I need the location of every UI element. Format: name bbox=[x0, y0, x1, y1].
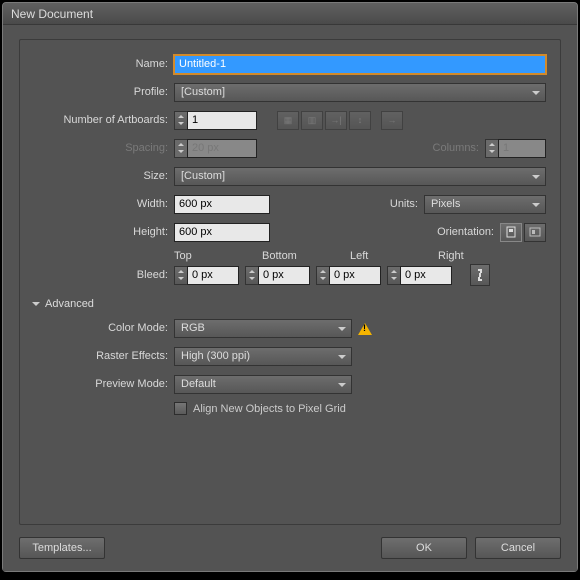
spacing-input bbox=[187, 139, 257, 158]
titlebar[interactable]: New Document bbox=[3, 3, 577, 25]
orientation-label: Orientation: bbox=[360, 226, 500, 238]
bleed-right-input[interactable] bbox=[400, 266, 452, 285]
width-label: Width: bbox=[34, 198, 174, 210]
advanced-label: Advanced bbox=[45, 298, 94, 310]
bleed-right-label: Right bbox=[438, 250, 516, 262]
size-value: [Custom] bbox=[181, 170, 225, 182]
grid-by-row-icon[interactable]: ▦ bbox=[277, 111, 299, 130]
units-label: Units: bbox=[284, 198, 424, 210]
bleed-left-label: Left bbox=[350, 250, 428, 262]
colormode-value: RGB bbox=[181, 322, 205, 334]
bleed-left-input[interactable] bbox=[329, 266, 381, 285]
checkbox-box-icon bbox=[174, 402, 187, 415]
artboards-stepper[interactable] bbox=[174, 111, 257, 130]
artboards-label: Number of Artboards: bbox=[34, 114, 174, 126]
bleed-right-stepper[interactable] bbox=[387, 266, 452, 285]
name-label: Name: bbox=[34, 58, 174, 70]
bleed-label: Bleed: bbox=[34, 269, 174, 281]
colormode-combo[interactable]: RGB bbox=[174, 319, 352, 338]
orientation-landscape-icon[interactable] bbox=[524, 223, 546, 242]
row-ltr-icon[interactable]: →| bbox=[325, 111, 347, 130]
bleed-bottom-stepper[interactable] bbox=[245, 266, 310, 285]
disclosure-triangle-icon bbox=[32, 302, 40, 310]
columns-label: Columns: bbox=[365, 142, 485, 154]
artboard-layout-group: ▦ ▥ →| ↕ → bbox=[277, 111, 403, 130]
size-combo[interactable]: [Custom] bbox=[174, 167, 546, 186]
height-input[interactable] bbox=[174, 223, 270, 242]
raster-value: High (300 ppi) bbox=[181, 350, 250, 362]
spacing-label: Spacing: bbox=[34, 142, 174, 154]
spacing-stepper bbox=[174, 139, 257, 158]
preview-label: Preview Mode: bbox=[34, 378, 174, 390]
preview-combo[interactable]: Default bbox=[174, 375, 352, 394]
size-label: Size: bbox=[34, 170, 174, 182]
raster-combo[interactable]: High (300 ppi) bbox=[174, 347, 352, 366]
dialog-title: New Document bbox=[11, 7, 93, 21]
height-label: Height: bbox=[34, 226, 174, 238]
colormode-label: Color Mode: bbox=[34, 322, 174, 334]
bleed-headers: Top Bottom Left Right bbox=[174, 250, 546, 262]
templates-button[interactable]: Templates... bbox=[19, 537, 105, 559]
raster-label: Raster Effects: bbox=[34, 350, 174, 362]
warning-icon bbox=[358, 321, 372, 335]
grid-by-col-icon[interactable]: ▥ bbox=[301, 111, 323, 130]
bleed-bottom-input[interactable] bbox=[258, 266, 310, 285]
content: Name: Profile: [Custom] Number of Artboa… bbox=[3, 25, 577, 571]
bleed-top-input[interactable] bbox=[187, 266, 239, 285]
bleed-top-stepper[interactable] bbox=[174, 266, 239, 285]
width-input[interactable] bbox=[174, 195, 270, 214]
orientation-portrait-icon[interactable] bbox=[500, 223, 522, 242]
bleed-bottom-label: Bottom bbox=[262, 250, 340, 262]
align-pixel-checkbox[interactable]: Align New Objects to Pixel Grid bbox=[174, 402, 546, 415]
profile-label: Profile: bbox=[34, 86, 174, 98]
artboards-input[interactable] bbox=[187, 111, 257, 130]
name-input[interactable] bbox=[174, 55, 546, 74]
units-value: Pixels bbox=[431, 198, 460, 210]
change-to-rtl-icon[interactable]: → bbox=[381, 111, 403, 130]
profile-combo[interactable]: [Custom] bbox=[174, 83, 546, 102]
units-combo[interactable]: Pixels bbox=[424, 195, 546, 214]
bleed-top-label: Top bbox=[174, 250, 252, 262]
footer: Templates... OK Cancel bbox=[19, 537, 561, 559]
columns-input bbox=[498, 139, 546, 158]
orientation-group bbox=[500, 223, 546, 242]
columns-stepper bbox=[485, 139, 546, 158]
ok-button[interactable]: OK bbox=[381, 537, 467, 559]
form-panel: Name: Profile: [Custom] Number of Artboa… bbox=[19, 39, 561, 525]
cancel-button[interactable]: Cancel bbox=[475, 537, 561, 559]
align-pixel-label: Align New Objects to Pixel Grid bbox=[193, 403, 346, 415]
preview-value: Default bbox=[181, 378, 216, 390]
row-rtl-icon[interactable]: ↕ bbox=[349, 111, 371, 130]
link-bleed-icon[interactable] bbox=[470, 264, 490, 286]
bleed-left-stepper[interactable] bbox=[316, 266, 381, 285]
advanced-disclosure[interactable]: Advanced bbox=[32, 298, 546, 310]
dialog-new-document: New Document Name: Profile: [Custom] Num… bbox=[2, 2, 578, 572]
profile-value: [Custom] bbox=[181, 86, 225, 98]
